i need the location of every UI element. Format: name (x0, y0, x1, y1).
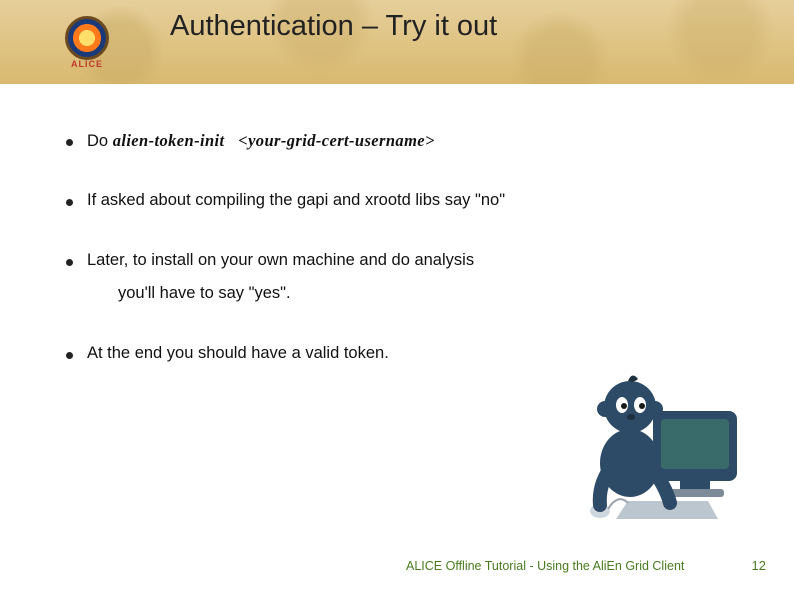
page-number: 12 (752, 558, 766, 573)
slide-title: Authentication – Try it out (170, 10, 497, 43)
bullet-item: Do alien-token-init <your-grid-cert-user… (66, 130, 726, 152)
bullet-dot-icon (66, 259, 73, 266)
command-arg: <your-grid-cert-username> (238, 131, 435, 150)
bullet-dot-icon (66, 139, 73, 146)
bullet-item: If asked about compiling the gapi and xr… (66, 190, 726, 211)
bullet-continuation: you'll have to say "yes". (118, 283, 726, 304)
bullet-dot-icon (66, 352, 73, 359)
bullet-dot-icon (66, 199, 73, 206)
bullet-text: If asked about compiling the gapi and xr… (87, 190, 726, 211)
logo-disc-icon (65, 16, 109, 60)
bullet-item: Later, to install on your own machine an… (66, 250, 726, 271)
command-text: alien-token-init (113, 131, 225, 150)
computer-user-clipart-icon (558, 343, 748, 533)
bullet-prefix: Do (87, 132, 113, 150)
slide-content: Do alien-token-init <your-grid-cert-user… (66, 130, 726, 364)
logo-text: ALICE (71, 59, 103, 69)
bullet-text: Later, to install on your own machine an… (87, 250, 726, 271)
bullet-text: Do alien-token-init <your-grid-cert-user… (87, 130, 726, 152)
alice-logo: ALICE (56, 11, 118, 73)
footer-text: ALICE Offline Tutorial - Using the AliEn… (406, 559, 684, 573)
